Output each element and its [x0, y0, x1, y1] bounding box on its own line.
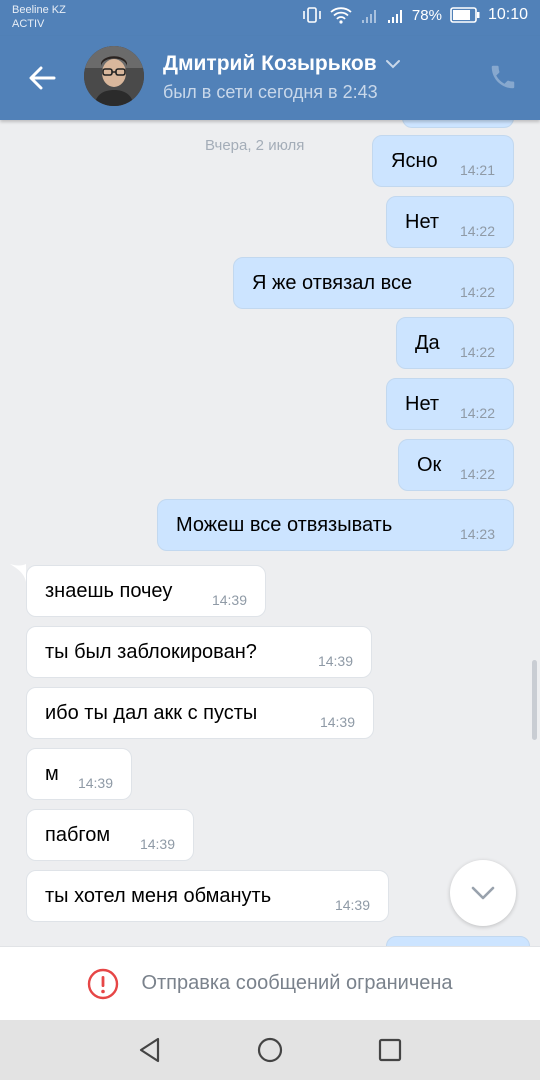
- battery-percent: 78%: [411, 6, 442, 24]
- message-incoming[interactable]: знаешь почеу 14:39: [26, 565, 266, 617]
- messaging-restricted-bar: Отправка сообщений ограничена: [0, 946, 540, 1020]
- circle-home-icon: [257, 1037, 283, 1063]
- chevron-down-icon: [385, 60, 400, 69]
- phone-icon: [491, 65, 515, 89]
- message-text: Нет: [405, 210, 440, 233]
- wifi-icon: [330, 6, 352, 24]
- message-text: Нет: [405, 392, 440, 415]
- message-text: знаешь почеу: [45, 579, 173, 602]
- signal-icon-sim1: [360, 6, 378, 24]
- square-recent-icon: [378, 1038, 402, 1062]
- chat-header: Дмитрий Козырьков был в сети сегодня в 2…: [0, 36, 540, 120]
- back-button[interactable]: [22, 58, 62, 98]
- message-outgoing[interactable]: Нет 14:22: [386, 196, 514, 248]
- message-time: 14:39: [334, 897, 370, 913]
- avatar-photo: [84, 46, 144, 106]
- contact-name: Дмитрий Козырьков: [163, 52, 377, 75]
- chevron-down-icon: [471, 886, 495, 900]
- message-outgoing[interactable]: Можеш все отвязывать 14:23: [157, 499, 514, 551]
- message-outgoing[interactable]: Да 14:22: [396, 317, 514, 369]
- message-time: 14:21: [459, 162, 495, 178]
- message-time: 14:23: [459, 526, 495, 542]
- message-text: Можеш все отвязывать: [176, 513, 393, 536]
- scroll-to-bottom-button[interactable]: [450, 860, 516, 926]
- message-time: 14:39: [211, 592, 247, 608]
- call-button[interactable]: [488, 62, 520, 94]
- message-incoming[interactable]: пабгом 14:39: [26, 809, 194, 861]
- vibrate-icon: [302, 6, 322, 24]
- message-list[interactable]: Вчера, 2 июля Ясно 14:21 Нет 14:22 Я же …: [0, 120, 540, 946]
- message-text: ибо ты дал акк с пусты: [45, 701, 258, 724]
- message-time: 14:22: [459, 223, 495, 239]
- restriction-text: Отправка сообщений ограничена: [141, 972, 453, 994]
- message-incoming[interactable]: ты был заблокирован? 14:39: [26, 626, 372, 678]
- message-text: Я же отвязал все: [252, 271, 413, 294]
- message-incoming[interactable]: ты хотел меня обмануть 14:39: [26, 870, 389, 922]
- message-text: Ок: [417, 453, 442, 476]
- message-text: Ясно: [391, 149, 438, 172]
- status-time: 10:10: [487, 6, 528, 23]
- status-bar: Beeline KZ ACTIV 78% 10:10: [0, 0, 540, 36]
- carrier-info: Beeline KZ ACTIV: [12, 3, 66, 31]
- message-bubble-partial: [402, 120, 514, 128]
- message-text: Да: [415, 331, 440, 354]
- message-time: 14:39: [139, 836, 175, 852]
- message-outgoing[interactable]: Нет 14:22: [386, 378, 514, 430]
- battery-icon: [450, 7, 480, 23]
- signal-icon-sim2: [386, 6, 404, 24]
- message-time: 14:22: [459, 466, 495, 482]
- message-time: 14:22: [459, 405, 495, 421]
- last-seen-status: был в сети сегодня в 2:43: [163, 82, 378, 102]
- message-time: 14:39: [77, 775, 113, 791]
- system-nav-bar: [0, 1020, 540, 1080]
- date-separator: Вчера, 2 июля: [205, 137, 305, 154]
- nav-back-button[interactable]: [136, 1036, 164, 1064]
- nav-recent-button[interactable]: [376, 1036, 404, 1064]
- carrier-plan: ACTIV: [12, 18, 45, 30]
- message-time: 14:22: [459, 284, 495, 300]
- message-outgoing[interactable]: Ок 14:22: [398, 439, 514, 491]
- arrow-left-icon: [29, 66, 56, 90]
- message-time: 14:39: [319, 714, 355, 730]
- message-outgoing[interactable]: Ясно 14:21: [372, 135, 514, 187]
- contact-name-row[interactable]: Дмитрий Козырьков: [163, 52, 401, 76]
- triangle-back-icon: [139, 1037, 160, 1063]
- scrollbar[interactable]: [532, 660, 537, 740]
- message-outgoing[interactable]: Я же отвязал все 14:22: [233, 257, 514, 309]
- message-bubble-partial: [386, 936, 530, 946]
- status-icons: 78% 10:10: [302, 6, 528, 24]
- message-time: 14:22: [459, 344, 495, 360]
- message-incoming[interactable]: м 14:39: [26, 748, 132, 800]
- message-incoming[interactable]: ибо ты дал акк с пусты 14:39: [26, 687, 374, 739]
- message-text: ты хотел меня обмануть: [45, 884, 272, 907]
- nav-home-button[interactable]: [256, 1036, 284, 1064]
- exclamation-circle-icon: [88, 968, 119, 999]
- message-text: пабгом: [45, 823, 111, 846]
- avatar[interactable]: [84, 46, 144, 106]
- message-time: 14:39: [317, 653, 353, 669]
- message-text: м: [45, 762, 59, 785]
- message-text: ты был заблокирован?: [45, 640, 257, 663]
- carrier-name: Beeline KZ: [12, 4, 66, 16]
